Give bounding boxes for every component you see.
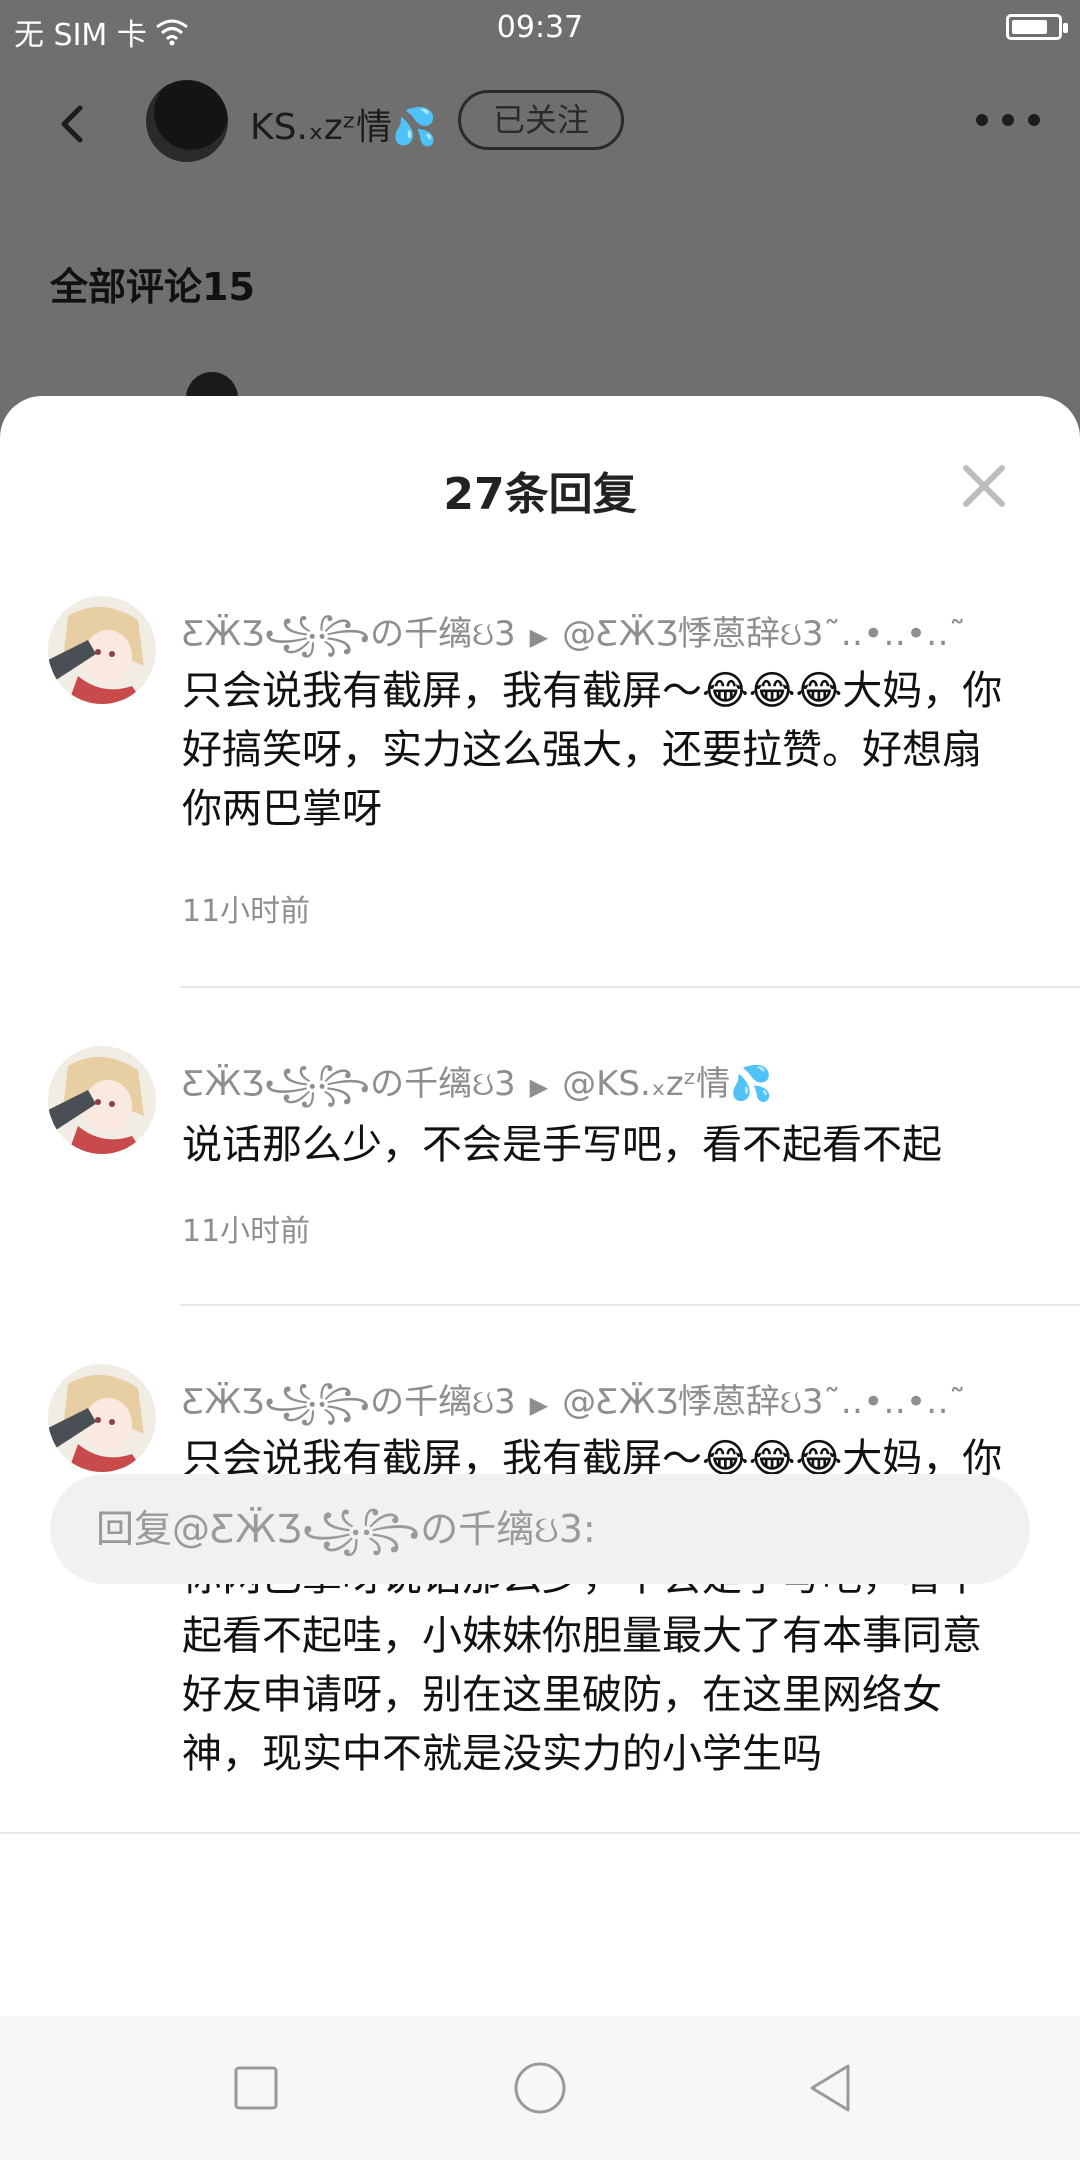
reply-author[interactable]: ƸӜƷ꧁꧂の千缡ઇ3 — [182, 614, 516, 654]
reply-text: 说话那么少，不会是手写吧，看不起看不起 — [182, 1122, 942, 1168]
recent-apps-icon[interactable] — [226, 2058, 286, 2118]
avatar[interactable] — [48, 596, 156, 704]
play-arrow-icon: ▶ — [529, 623, 549, 651]
comments-header: 全部评论15 — [50, 265, 255, 309]
divider — [180, 986, 1080, 988]
avatar[interactable] — [48, 1046, 156, 1154]
back-triangle-icon[interactable] — [800, 2058, 860, 2118]
reply-author[interactable]: ƸӜƷ꧁꧂の千缡ઇ3 — [182, 1382, 516, 1422]
home-icon[interactable] — [510, 2058, 570, 2118]
reply-time: 11小时前 — [182, 1214, 311, 1249]
close-icon[interactable] — [960, 462, 1008, 510]
reply-input[interactable] — [50, 1474, 1030, 1584]
sheet-title: 27条回复 — [443, 469, 637, 520]
divider — [180, 1304, 1080, 1306]
ellipsis-icon[interactable] — [976, 110, 1040, 130]
background-page: 无 SIM 卡 09:37 KS.ₓᴢᶻ情💦 已关注 全部评论15 — [0, 0, 1080, 460]
divider — [0, 1832, 1080, 1834]
avatar[interactable] — [48, 1364, 156, 1472]
reply-author[interactable]: ƸӜƷ꧁꧂の千缡ઇ3 — [182, 1064, 516, 1104]
top-nav: KS.ₓᴢᶻ情💦 已关注 — [0, 70, 1080, 180]
chevron-left-icon[interactable] — [54, 104, 94, 144]
system-nav-bar — [0, 2016, 1080, 2160]
replies-sheet: 27条回复 ƸӜƷ꧁꧂の千缡ઇ3 ▶ @ƸӜƷ悸蒽辞ઇ3˜‥•‥•‥˜ 只会说我… — [0, 396, 1080, 2016]
reply-target[interactable]: @KS.ₓᴢᶻ情💦 — [562, 1064, 772, 1104]
follow-button[interactable]: 已关注 — [458, 90, 624, 150]
reply-time: 11小时前 — [182, 894, 311, 929]
profile-username[interactable]: KS.ₓᴢᶻ情💦 — [250, 98, 437, 150]
play-arrow-icon: ▶ — [529, 1391, 549, 1419]
reply-target[interactable]: @ƸӜƷ悸蒽辞ઇ3˜‥•‥•‥˜ — [562, 614, 966, 654]
status-bar: 无 SIM 卡 09:37 — [0, 0, 1080, 56]
reply-text: 只会说我有截屏，我有截屏〜😂😂😂大妈，你好搞笑呀，实力这么强大，还要拉赞。好想扇… — [182, 668, 1003, 832]
clock: 09:37 — [496, 10, 584, 45]
reply-input-bar[interactable] — [50, 1474, 1030, 1584]
play-arrow-icon: ▶ — [529, 1073, 549, 1101]
avatar[interactable] — [146, 80, 228, 162]
reply-target[interactable]: @ƸӜƷ悸蒽辞ઇ3˜‥•‥•‥˜ — [562, 1382, 966, 1422]
battery-icon — [1006, 14, 1068, 40]
